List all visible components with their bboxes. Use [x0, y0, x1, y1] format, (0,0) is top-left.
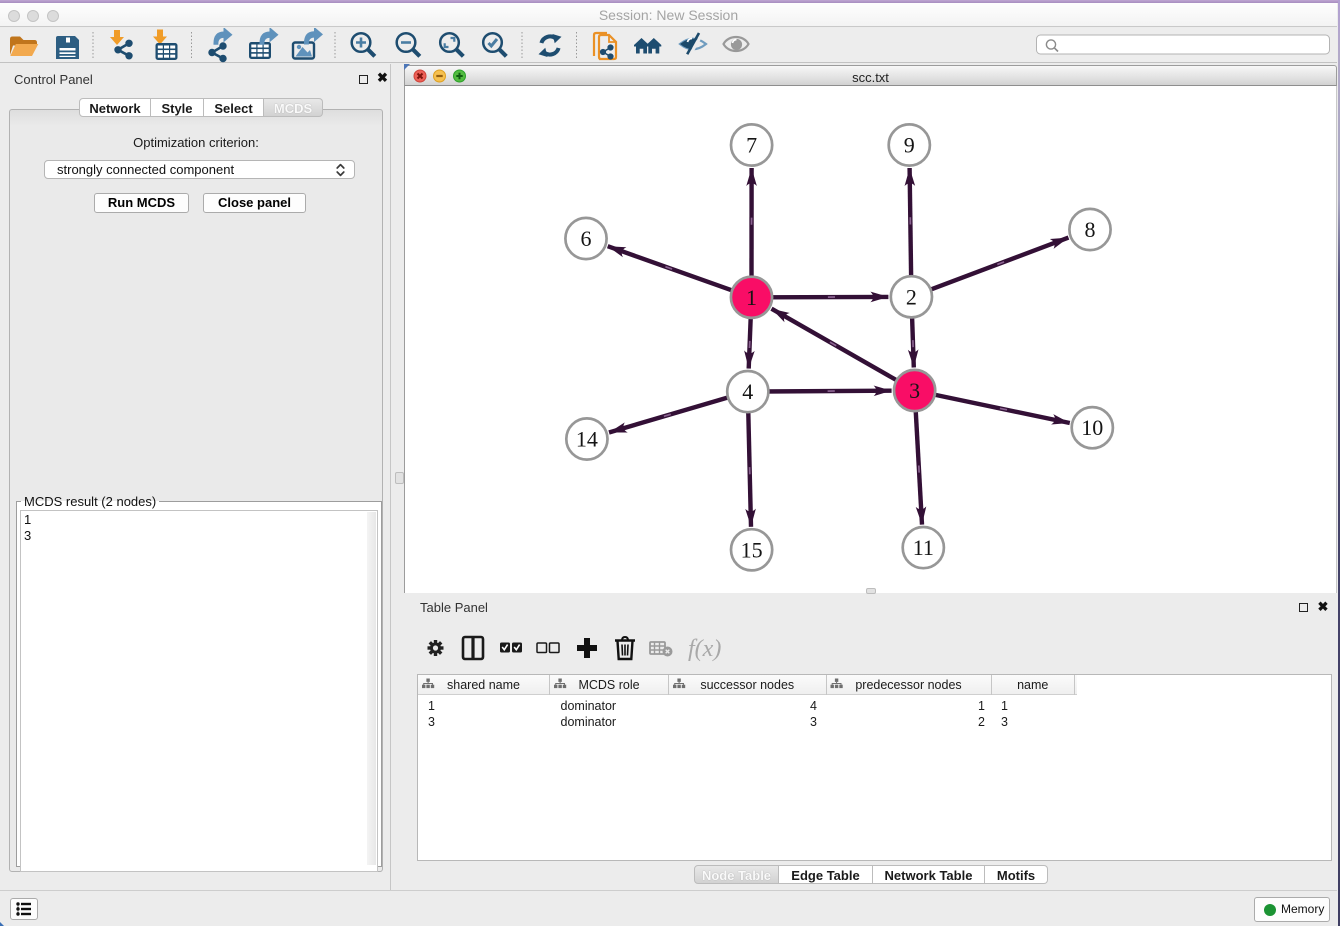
svg-text:9: 9 — [904, 133, 915, 158]
svg-text:6: 6 — [581, 226, 592, 251]
svg-text:1: 1 — [746, 285, 757, 310]
svg-text:f(x): f(x) — [688, 636, 721, 662]
svg-text:14: 14 — [576, 427, 598, 452]
svg-text:2: 2 — [906, 284, 917, 309]
svg-text:3: 3 — [909, 378, 920, 403]
svg-text:15: 15 — [741, 537, 763, 562]
svg-text:7: 7 — [746, 133, 757, 158]
svg-text:4: 4 — [742, 379, 753, 404]
svg-text:11: 11 — [913, 535, 934, 560]
svg-text:8: 8 — [1085, 217, 1096, 242]
svg-text:10: 10 — [1081, 415, 1103, 440]
